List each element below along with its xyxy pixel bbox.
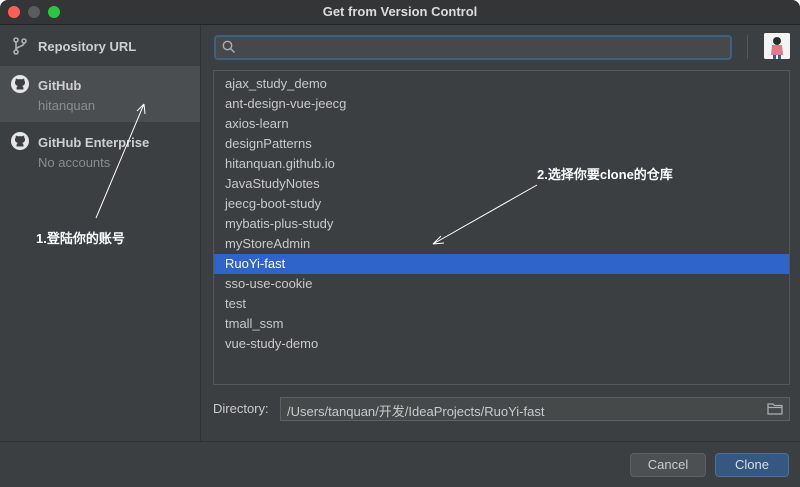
sidebar-item-repository-url[interactable]: Repository URL [0,25,200,65]
main-panel: ajax_study_demo ant-design-vue-jeecg axi… [201,25,800,441]
title-bar: Get from Version Control [0,0,800,25]
directory-value: /Users/tanquan/开发/IdeaProjects/RuoYi-fas… [287,404,545,419]
github-account-name: hitanquan [38,98,96,113]
repository-item[interactable]: jeecg-boot-study [214,194,789,214]
repository-item[interactable]: sso-use-cookie [214,274,789,294]
repository-item[interactable]: test [214,294,789,314]
cancel-button[interactable]: Cancel [630,453,706,477]
repository-item[interactable]: ant-design-vue-jeecg [214,94,789,114]
repository-item[interactable]: vue-study-demo [214,334,789,354]
annotation-login: 1.登陆你的账号 [36,231,125,246]
github-icon [11,132,29,150]
repository-item[interactable]: JavaStudyNotes [214,174,789,194]
sidebar-item-label: GitHub Enterprise [38,135,150,150]
sidebar-item-label: GitHub [38,78,82,93]
repository-item-selected[interactable]: RuoYi-fast [214,254,789,274]
directory-field[interactable]: /Users/tanquan/开发/IdeaProjects/RuoYi-fas… [280,397,790,421]
github-icon [11,75,29,93]
repository-item[interactable]: myStoreAdmin [214,234,789,254]
annotation-choose-repo: 2.选择你要clone的仓库 [537,167,673,182]
search-input[interactable] [214,35,732,60]
github-enterprise-status: No accounts [38,155,111,170]
clone-button[interactable]: Clone [715,453,789,477]
repository-item[interactable]: tmall_ssm [214,314,789,334]
repository-item[interactable]: mybatis-plus-study [214,214,789,234]
window-title: Get from Version Control [322,4,478,19]
repository-list[interactable]: ajax_study_demo ant-design-vue-jeecg axi… [213,70,790,385]
repository-item[interactable]: ajax_study_demo [214,74,789,94]
directory-label: Directory: [213,401,269,416]
account-avatar[interactable] [764,33,790,59]
sidebar-item-label: Repository URL [38,39,137,54]
avatar-image [764,33,790,59]
sidebar-item-github-enterprise[interactable]: GitHub Enterprise No accounts [0,123,200,179]
repository-item[interactable]: designPatterns [214,134,789,154]
repository-item[interactable]: axios-learn [214,114,789,134]
branch-icon [13,37,27,55]
search-icon [222,40,235,53]
repository-item[interactable]: hitanquan.github.io [214,154,789,174]
footer-divider [0,441,800,442]
sidebar-item-github[interactable]: GitHub hitanquan [0,66,200,122]
folder-icon[interactable] [767,402,783,415]
get-from-vcs-dialog: Get from Version Control Repository URL … [0,0,800,487]
toolbar-divider [747,35,748,59]
